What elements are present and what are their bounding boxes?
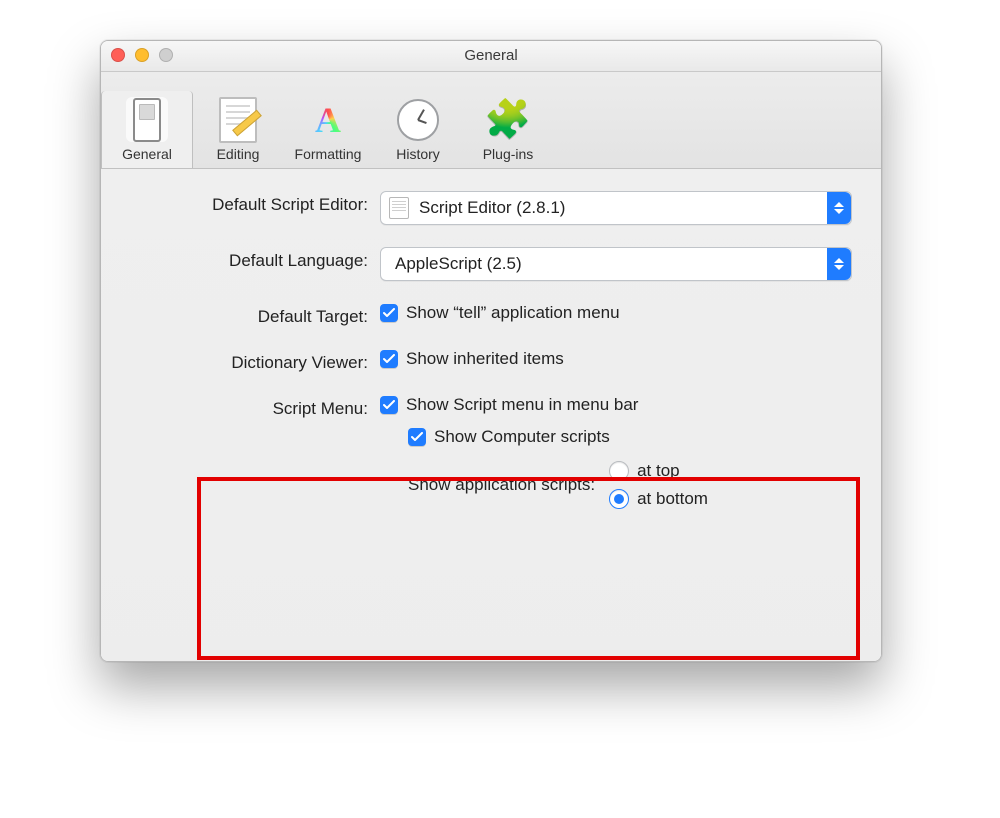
- tab-history[interactable]: History: [373, 91, 463, 168]
- default-target-label: Default Target:: [123, 303, 380, 327]
- puzzle-icon: 🧩: [484, 101, 531, 139]
- tab-general-label: General: [122, 146, 172, 162]
- tab-plugins[interactable]: 🧩 Plug-ins: [463, 91, 553, 168]
- general-pane: Default Script Editor: Script Editor (2.…: [101, 169, 881, 662]
- dictionary-viewer-label: Dictionary Viewer:: [123, 349, 380, 373]
- toolbar: General Editing A Formatting History 🧩 P…: [101, 72, 881, 169]
- radio-circle-icon: [609, 489, 629, 509]
- tab-general[interactable]: General: [101, 91, 193, 168]
- preferences-window: General General Editing A Formatting: [100, 40, 882, 662]
- default-editor-select[interactable]: Script Editor (2.8.1): [380, 191, 852, 225]
- show-tell-menu-text: Show “tell” application menu: [406, 303, 620, 323]
- switch-icon: [133, 98, 161, 142]
- radio-circle-icon: [609, 461, 629, 481]
- show-script-menu-checkbox[interactable]: Show Script menu in menu bar: [380, 395, 638, 415]
- titlebar: General: [101, 41, 881, 72]
- show-script-menu-text: Show Script menu in menu bar: [406, 395, 638, 415]
- app-scripts-bottom-text: at bottom: [637, 489, 708, 509]
- script-document-icon: [389, 197, 409, 219]
- updown-arrows-icon: [827, 248, 851, 280]
- default-language-label: Default Language:: [123, 247, 380, 271]
- tab-editing[interactable]: Editing: [193, 91, 283, 168]
- tab-editing-label: Editing: [217, 146, 260, 162]
- letter-a-icon: A: [315, 102, 341, 138]
- tab-formatting-label: Formatting: [295, 146, 362, 162]
- default-editor-value: Script Editor (2.8.1): [409, 198, 575, 218]
- window-title: General: [101, 41, 881, 71]
- show-tell-menu-checkbox[interactable]: Show “tell” application menu: [380, 303, 620, 323]
- default-language-select[interactable]: AppleScript (2.5): [380, 247, 852, 281]
- app-scripts-bottom-radio[interactable]: at bottom: [609, 489, 708, 509]
- app-scripts-top-text: at top: [637, 461, 680, 481]
- app-scripts-top-radio[interactable]: at top: [609, 461, 708, 481]
- app-scripts-label: Show application scripts:: [408, 475, 595, 495]
- show-computer-scripts-checkbox[interactable]: Show Computer scripts: [408, 427, 610, 447]
- default-language-value: AppleScript (2.5): [385, 254, 532, 274]
- tab-plugins-label: Plug-ins: [483, 146, 534, 162]
- tab-formatting[interactable]: A Formatting: [283, 91, 373, 168]
- updown-arrows-icon: [827, 192, 851, 224]
- show-inherited-checkbox[interactable]: Show inherited items: [380, 349, 564, 369]
- show-inherited-text: Show inherited items: [406, 349, 564, 369]
- script-menu-label: Script Menu:: [123, 395, 380, 419]
- tab-history-label: History: [396, 146, 440, 162]
- default-editor-label: Default Script Editor:: [123, 191, 380, 215]
- clock-icon: [397, 99, 439, 141]
- show-computer-scripts-text: Show Computer scripts: [434, 427, 610, 447]
